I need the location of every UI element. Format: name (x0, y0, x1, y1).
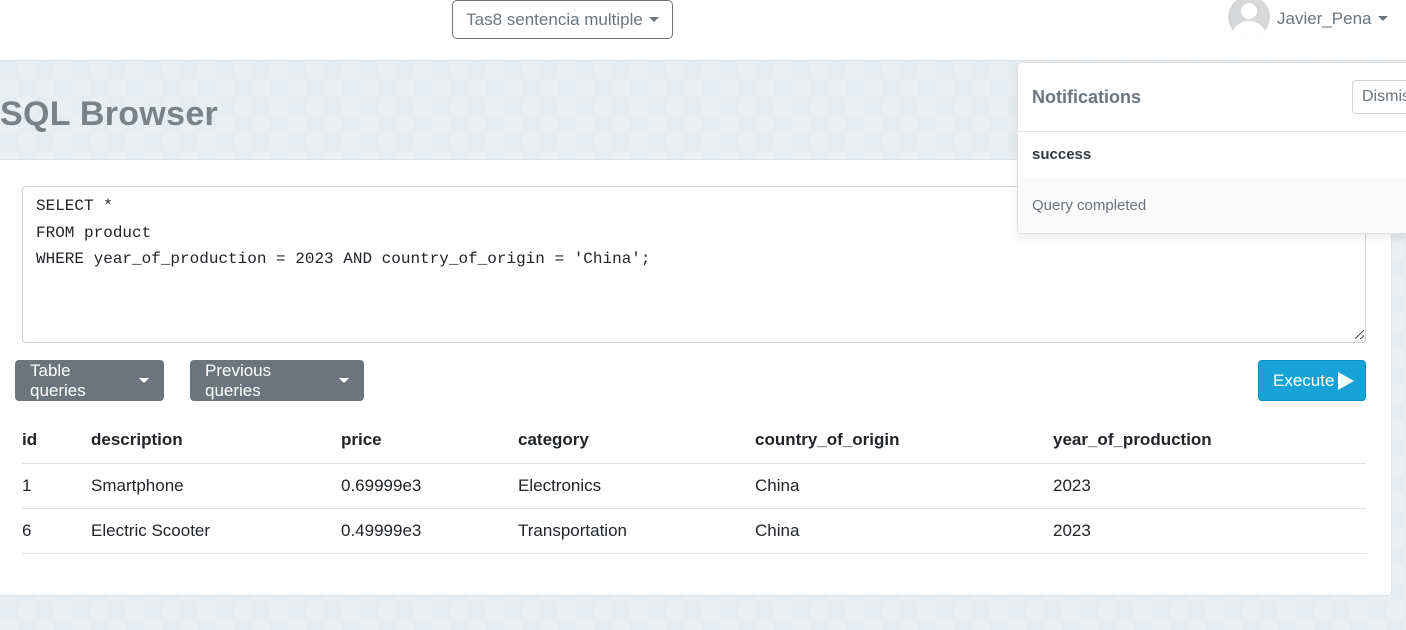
chevron-down-icon (648, 17, 659, 22)
username-label: Javier_Pena (1277, 8, 1372, 28)
previous-queries-button[interactable]: Previous queries (190, 360, 364, 401)
notification-title: Notifications (1032, 86, 1142, 107)
cell-category: Transportation (518, 508, 755, 554)
chevron-down-icon (1377, 16, 1388, 21)
dismiss-button[interactable]: Dismiss (1352, 80, 1406, 114)
user-menu[interactable]: Javier_Pena (1228, 0, 1388, 38)
page-title: SQL Browser (0, 95, 219, 133)
cell-price: 0.69999e3 (341, 463, 518, 509)
column-header-id: id (22, 418, 91, 464)
cell-id: 1 (22, 463, 91, 509)
column-header-description: description (91, 418, 341, 464)
execute-button[interactable]: Execute (1258, 360, 1366, 401)
cell-description: Smartphone (91, 463, 341, 509)
project-selector-dropdown[interactable]: Tas8 sentencia multiple (452, 0, 673, 39)
notification-header: Notifications (1018, 63, 1406, 132)
table-row: 6 Electric Scooter 0.49999e3 Transportat… (22, 508, 1366, 554)
column-header-price: price (341, 418, 518, 464)
table-queries-button[interactable]: Table queries (15, 360, 164, 401)
cell-year-of-production: 2023 (1053, 508, 1366, 554)
cell-description: Electric Scooter (91, 508, 341, 554)
cell-id: 6 (22, 508, 91, 554)
column-header-country-of-origin: country_of_origin (755, 418, 1053, 464)
table-row: 1 Smartphone 0.69999e3 Electronics China… (22, 463, 1366, 509)
previous-queries-label: Previous queries (205, 360, 272, 400)
play-icon (1338, 371, 1355, 390)
avatar (1228, 0, 1270, 38)
resize-handle-wrap (1355, 330, 1364, 339)
column-header-category: category (518, 418, 755, 464)
table-queries-label: Table queries (30, 360, 86, 400)
resize-handle-icon[interactable] (1355, 330, 1364, 339)
cell-price: 0.49999e3 (341, 508, 518, 554)
results-table: id description price category country_of… (22, 418, 1366, 554)
chevron-down-icon (339, 378, 349, 383)
table-header-row: id description price category country_of… (22, 418, 1366, 464)
notification-status: success (1032, 146, 1092, 163)
chevron-down-icon (139, 378, 149, 383)
execute-label: Execute (1273, 370, 1335, 390)
top-navbar: Tas8 sentencia multiple Javier_Pena (0, 0, 1406, 61)
notification-toast: Notifications Dismiss success Query comp… (1017, 62, 1406, 234)
cell-country-of-origin: China (755, 508, 1053, 554)
notification-message: Query completed (1018, 177, 1406, 233)
project-selector-label: Tas8 sentencia multiple (466, 9, 643, 29)
cell-country-of-origin: China (755, 463, 1053, 509)
column-header-year-of-production: year_of_production (1053, 418, 1366, 464)
cell-year-of-production: 2023 (1053, 463, 1366, 509)
cell-category: Electronics (518, 463, 755, 509)
